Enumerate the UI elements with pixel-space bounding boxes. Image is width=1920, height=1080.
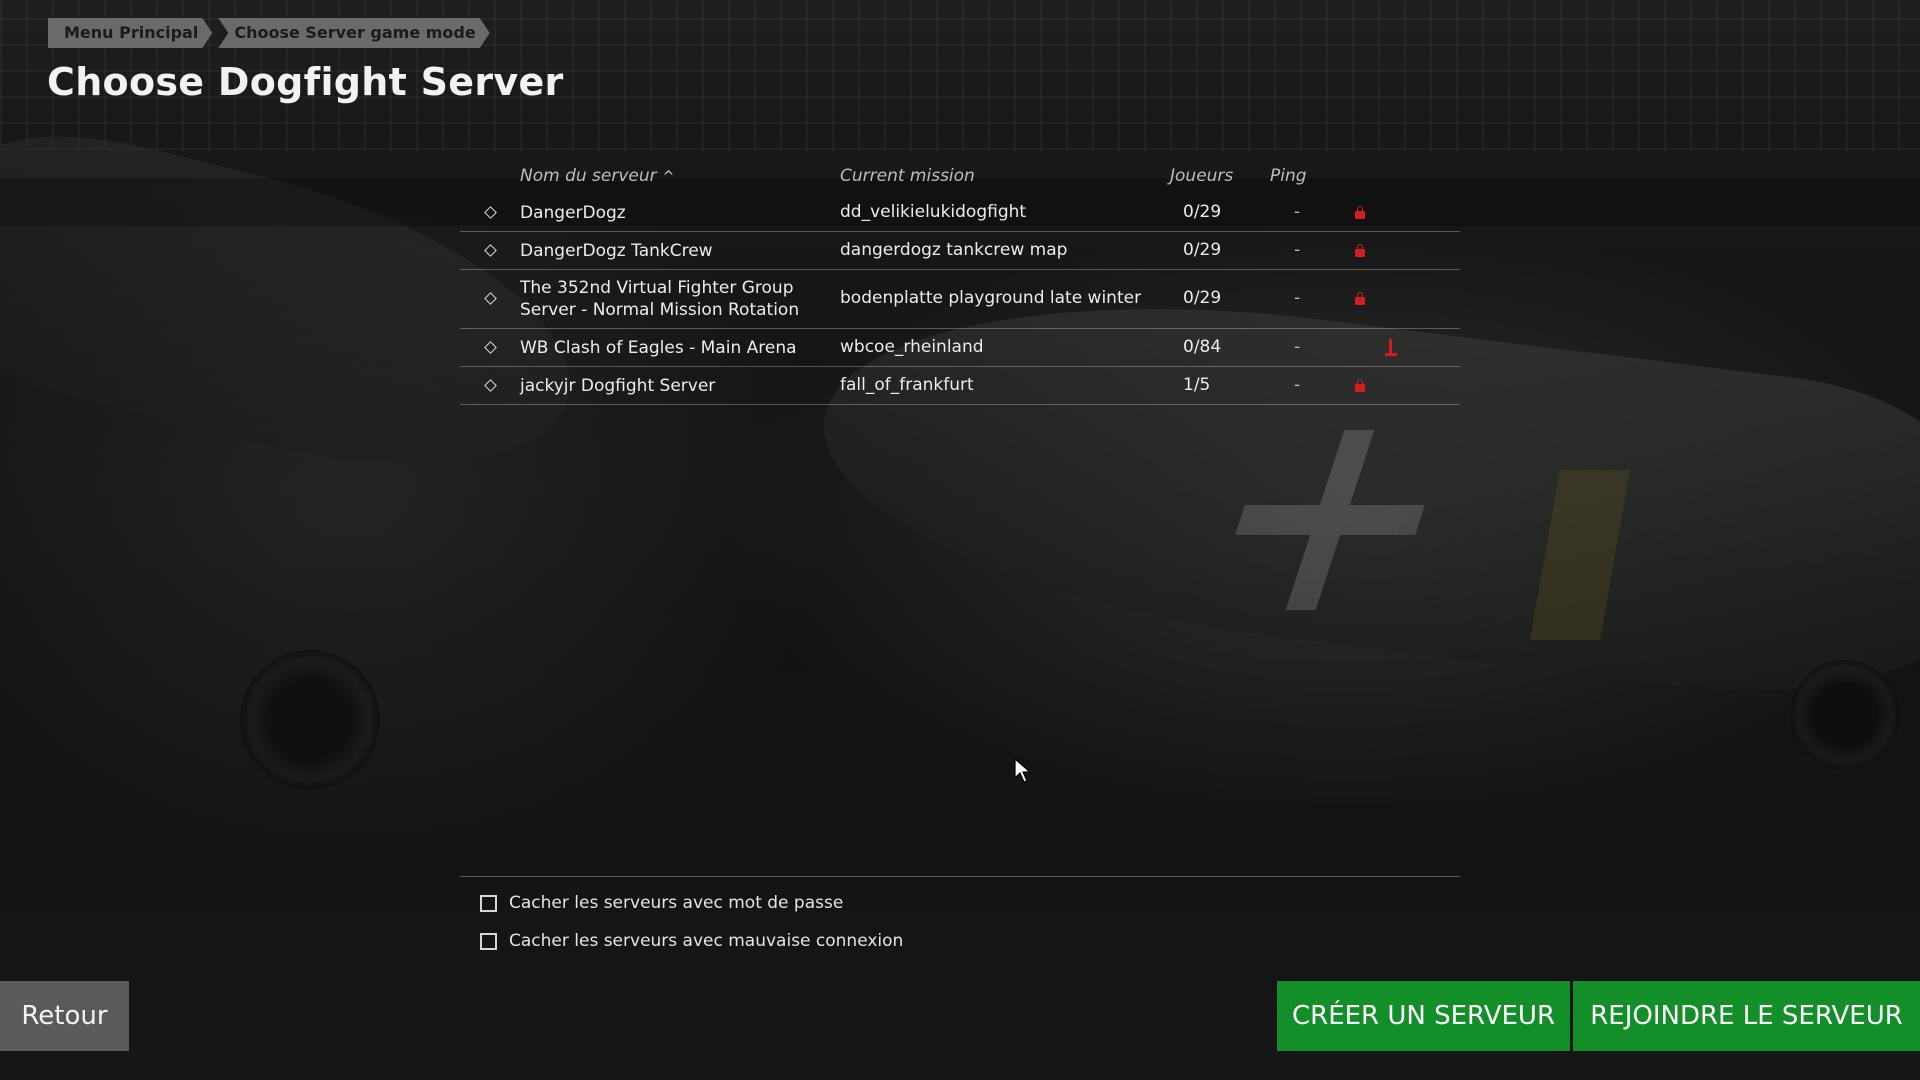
row-bullet-icon <box>484 206 497 219</box>
server-mission: fall_of_frankfurt <box>840 375 974 395</box>
server-name: WB Clash of Eagles - Main Arena <box>520 338 797 358</box>
column-header-players[interactable]: Joueurs <box>1170 166 1233 186</box>
breadcrumb-item-server-mode[interactable]: Choose Server game mode <box>218 18 489 48</box>
flag-icon <box>1385 339 1397 357</box>
lock-icon <box>1355 244 1365 257</box>
hide-bad-connection-servers-option[interactable]: Cacher les serveurs avec mauvaise connex… <box>480 931 903 951</box>
server-players: 1/5 <box>1183 375 1211 395</box>
server-name: DangerDogz <box>520 203 626 223</box>
column-header-server-name[interactable]: Nom du serveur ^ <box>520 166 674 186</box>
server-name: jackyjr Dogfight Server <box>520 376 716 396</box>
server-mission: bodenplatte playground late winter <box>840 288 1142 308</box>
server-ping: - <box>1294 288 1301 308</box>
row-bullet-icon <box>484 341 497 354</box>
server-ping: - <box>1294 202 1301 222</box>
background-wheel <box>240 650 380 790</box>
server-players: 0/29 <box>1183 240 1222 260</box>
back-button[interactable]: Retour <box>0 981 129 1051</box>
row-bullet-icon <box>484 244 497 257</box>
table-row[interactable]: DangerDogz dd_velikielukidogfight 0/29 - <box>460 194 1460 232</box>
hide-bad-connection-servers-label: Cacher les serveurs avec mauvaise connex… <box>509 931 904 951</box>
server-name: The 352nd Virtual Fighter Group Server -… <box>520 278 800 320</box>
hide-password-servers-option[interactable]: Cacher les serveurs avec mot de passe <box>480 893 843 913</box>
server-name: DangerDogz TankCrew <box>520 241 713 261</box>
hide-password-servers-label: Cacher les serveurs avec mot de passe <box>509 893 844 913</box>
breadcrumb: Menu Principal Choose Server game mode <box>48 18 496 48</box>
table-header: Nom du serveur ^ Current mission Joueurs … <box>460 158 1460 194</box>
server-mission: wbcoe_rheinland <box>840 337 984 357</box>
lock-icon <box>1355 379 1365 392</box>
column-header-ping[interactable]: Ping <box>1270 166 1307 186</box>
server-mission: dangerdogz tankcrew map <box>840 240 1068 260</box>
server-mission: dd_velikielukidogfight <box>840 202 1027 222</box>
server-ping: - <box>1294 375 1301 395</box>
server-players: 0/84 <box>1183 337 1222 357</box>
row-bullet-icon <box>484 379 497 392</box>
server-ping: - <box>1294 337 1301 357</box>
lock-icon <box>1355 292 1365 305</box>
server-ping: - <box>1294 240 1301 260</box>
create-server-button[interactable]: CRÉER UN SERVEUR <box>1277 981 1570 1051</box>
chevron-up-icon: ^ <box>662 169 675 185</box>
table-row[interactable]: The 352nd Virtual Fighter Group Server -… <box>460 270 1460 329</box>
server-players: 0/29 <box>1183 202 1222 222</box>
hide-bad-connection-servers-checkbox[interactable] <box>480 932 497 950</box>
column-header-mission[interactable]: Current mission <box>840 166 975 186</box>
row-bullet-icon <box>484 292 497 305</box>
background-tail-wheel <box>1790 660 1900 770</box>
join-server-button[interactable]: REJOINDRE LE SERVEUR <box>1573 981 1920 1051</box>
server-list-table: Nom du serveur ^ Current mission Joueurs … <box>460 158 1460 405</box>
breadcrumb-item-main-menu[interactable]: Menu Principal <box>48 18 212 48</box>
list-divider <box>460 876 1460 877</box>
server-players: 0/29 <box>1183 288 1222 308</box>
hide-password-servers-checkbox[interactable] <box>480 894 497 912</box>
page-title: Choose Dogfight Server <box>47 60 564 104</box>
table-row[interactable]: DangerDogz TankCrew dangerdogz tankcrew … <box>460 232 1460 270</box>
table-row[interactable]: jackyjr Dogfight Server fall_of_frankfur… <box>460 367 1460 405</box>
lock-icon <box>1355 206 1365 219</box>
table-row[interactable]: WB Clash of Eagles - Main Arena wbcoe_rh… <box>460 329 1460 367</box>
mouse-cursor-icon <box>1014 758 1032 783</box>
